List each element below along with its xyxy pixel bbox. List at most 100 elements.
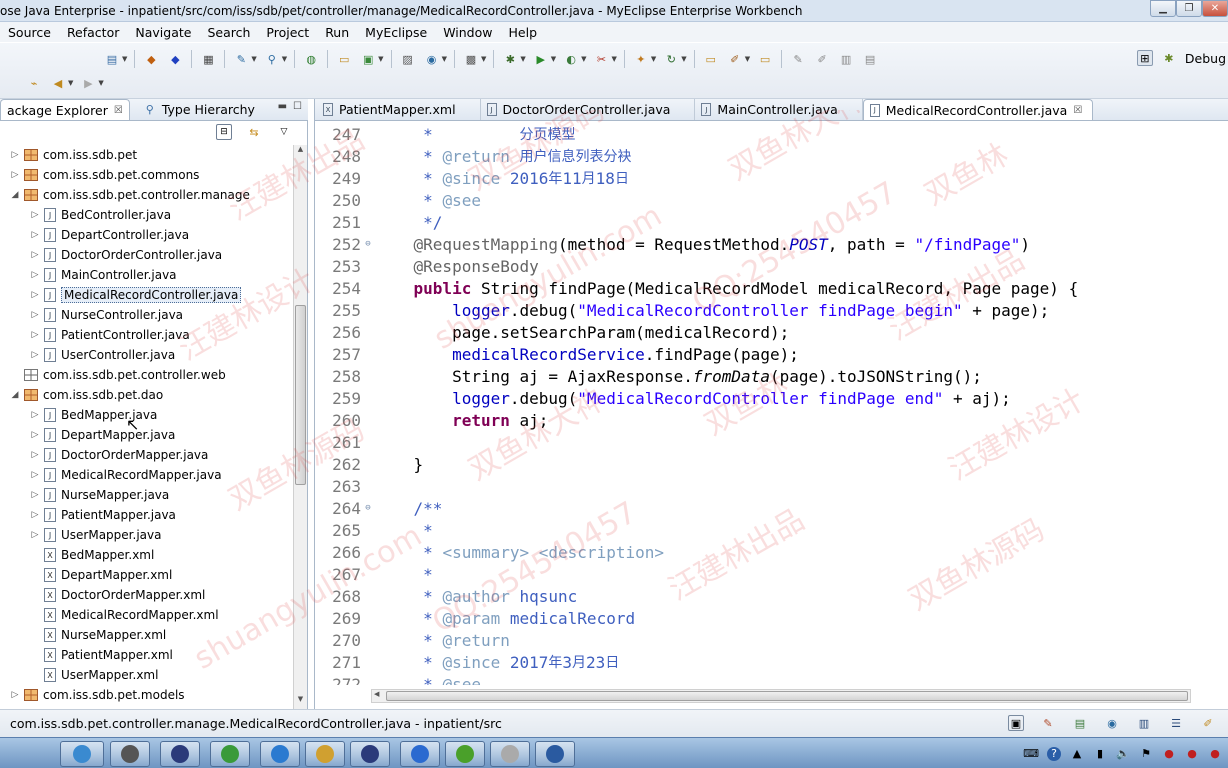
collapsed-arrow-icon[interactable]: ▷ <box>30 270 40 280</box>
tree-file-item[interactable]: ▷ J UserMapper.java <box>30 525 161 545</box>
tree-file-item[interactable]: ▷ J MainController.java <box>30 265 177 285</box>
tree-file-item[interactable]: ▷ J PatientMapper.java <box>30 505 176 525</box>
speaker-icon[interactable]: 🔈 <box>1116 747 1130 761</box>
menu-window[interactable]: Window <box>435 25 500 40</box>
forward-icon[interactable]: ▶ <box>80 75 96 91</box>
pencil-icon[interactable]: ✐ <box>1200 715 1216 731</box>
maximize-button[interactable]: ❐ <box>1176 0 1202 17</box>
flag-icon[interactable]: ⚑ <box>1139 747 1153 761</box>
editor-tab[interactable]: X PatientMapper.xml <box>317 99 481 120</box>
expanded-arrow-icon[interactable]: ◢ <box>10 190 20 200</box>
tree-package-item[interactable]: ▷ com.iss.sdb.pet.commons <box>10 165 200 185</box>
code-area[interactable]: 247 * 分页模型 248 * @return 用户信息列表分袂 249 * @s… <box>315 125 1195 685</box>
expanded-arrow-icon[interactable]: ◢ <box>10 390 20 400</box>
keyboard-icon[interactable]: ⌨ <box>1023 747 1039 761</box>
tree-file-item[interactable]: X NurseMapper.xml <box>30 625 166 645</box>
collapsed-arrow-icon[interactable]: ▷ <box>30 290 40 300</box>
collapsed-arrow-icon[interactable]: ▷ <box>10 150 20 160</box>
collapsed-arrow-icon[interactable]: ▷ <box>30 310 40 320</box>
chevron-down-icon[interactable]: ▼ <box>520 55 525 63</box>
link-with-editor-icon[interactable]: ⇆ <box>246 124 262 140</box>
chevron-down-icon[interactable]: ▼ <box>251 55 256 63</box>
folder-icon[interactable]: ▭ <box>757 51 773 67</box>
grid-icon[interactable]: ▥ <box>838 51 854 67</box>
menu-help[interactable]: Help <box>501 25 546 40</box>
chevron-down-icon[interactable]: ▼ <box>68 79 73 87</box>
tree-file-item[interactable]: X UserMapper.xml <box>30 665 158 685</box>
chevron-down-icon[interactable]: ▼ <box>745 55 750 63</box>
chevron-down-icon[interactable]: ▼ <box>581 55 586 63</box>
tree-file-item[interactable]: X DoctorOrderMapper.xml <box>30 585 205 605</box>
external-tools-icon[interactable]: ✂ <box>594 51 610 67</box>
network-icon[interactable]: ▮ <box>1093 747 1107 761</box>
menu-search[interactable]: Search <box>199 25 258 40</box>
build-icon[interactable]: ✦ <box>633 51 649 67</box>
scroll-thumb[interactable] <box>295 305 306 485</box>
chevron-down-icon[interactable]: ▼ <box>122 55 127 63</box>
tree-file-item[interactable]: X BedMapper.xml <box>30 545 154 565</box>
view-menu-icon[interactable]: ▽ <box>276 124 292 140</box>
fast-view-icon[interactable]: ▣ <box>1008 715 1024 731</box>
coverage-icon[interactable]: ◐ <box>563 51 579 67</box>
chevron-down-icon[interactable]: ▼ <box>442 55 447 63</box>
tasks-icon[interactable]: ☰ <box>1168 715 1184 731</box>
chevron-down-icon[interactable]: ▼ <box>378 55 383 63</box>
menu-run[interactable]: Run <box>317 25 357 40</box>
scroll-left-arrow[interactable]: ◀ <box>374 690 379 698</box>
taskbar-button[interactable] <box>110 741 150 767</box>
help-icon[interactable]: ? <box>1047 746 1061 761</box>
tab-package-explorer[interactable]: ackage Explorer ☒ <box>0 99 130 120</box>
tree-file-item[interactable]: ▷ J NurseMapper.java <box>30 485 169 505</box>
tree-file-item[interactable]: ▷ J DepartMapper.java <box>30 425 175 445</box>
console-icon[interactable]: ▥ <box>1136 715 1152 731</box>
image-icon[interactable]: ▤ <box>1072 715 1088 731</box>
tree-file-item[interactable]: ▷ J BedMapper.java ↖ <box>30 405 157 434</box>
tree-file-item[interactable]: ▷ J DoctorOrderController.java <box>30 245 222 265</box>
new-wizard-icon[interactable]: ▤ <box>104 51 120 67</box>
folder-open-icon[interactable]: ▭ <box>336 51 352 67</box>
tree-vertical-scrollbar[interactable]: ▲ ▼ <box>293 145 307 709</box>
new-web-icon[interactable]: ✎ <box>233 51 249 67</box>
maximize-view-icon[interactable]: ☐ <box>293 101 302 112</box>
fold-toggle-icon[interactable]: ⊖ <box>361 503 375 513</box>
collapsed-arrow-icon[interactable]: ▷ <box>30 250 40 260</box>
editor-tab[interactable]: J MedicalRecordController.java ☒ <box>862 99 1094 120</box>
globe-icon[interactable]: ◍ <box>303 51 319 67</box>
menu-refactor[interactable]: Refactor <box>59 25 127 40</box>
open-folder-icon[interactable]: ▭ <box>703 51 719 67</box>
deploy-icon[interactable]: ▨ <box>400 51 416 67</box>
tree-package-item[interactable]: com.iss.sdb.pet.controller.web <box>10 365 226 385</box>
collapsed-arrow-icon[interactable]: ▷ <box>30 490 40 500</box>
collapsed-arrow-icon[interactable]: ▷ <box>10 690 20 700</box>
debug-icon[interactable]: ✱ <box>502 51 518 67</box>
wrench-icon[interactable]: ✐ <box>727 51 743 67</box>
taskbar-button[interactable] <box>160 741 200 767</box>
qq-icon-3[interactable]: ● <box>1208 747 1222 761</box>
taskbar-button[interactable] <box>400 741 440 767</box>
taskbar-button[interactable] <box>490 741 530 767</box>
scroll-up-arrow[interactable]: ▲ <box>294 145 307 159</box>
tree-file-item[interactable]: X PatientMapper.xml <box>30 645 173 665</box>
tab-type-hierarchy[interactable]: ⚲ Type Hierarchy <box>130 99 261 120</box>
tree-package-item[interactable]: ▷ com.iss.sdb.pet <box>10 145 138 165</box>
tree-file-item[interactable]: X DepartMapper.xml <box>30 565 172 585</box>
menu-myeclipse[interactable]: MyEclipse <box>357 25 435 40</box>
collapse-all-icon[interactable]: ⊟ <box>216 124 232 140</box>
collapsed-arrow-icon[interactable]: ▷ <box>30 410 40 420</box>
taskbar-button[interactable] <box>60 741 104 767</box>
tree-file-item[interactable]: ▷ J DoctorOrderMapper.java <box>30 445 208 465</box>
taskbar-button[interactable] <box>305 741 345 767</box>
menu-project[interactable]: Project <box>258 25 317 40</box>
tree-file-item[interactable]: X MedicalRecordMapper.xml <box>30 605 219 625</box>
taskbar-button[interactable] <box>445 741 485 767</box>
back-icon[interactable]: ◀ <box>50 75 66 91</box>
search-icon[interactable]: ⚲ <box>264 51 280 67</box>
chevron-down-icon[interactable]: ▼ <box>551 55 556 63</box>
tree-file-item[interactable]: ▷ J MedicalRecordMapper.java <box>30 465 222 485</box>
server-icon[interactable]: ▣ <box>360 51 376 67</box>
tree-package-item[interactable]: ◢ com.iss.sdb.pet.dao <box>10 385 164 405</box>
scm-icon[interactable]: ✎ <box>1040 715 1056 731</box>
taskbar-button[interactable] <box>535 741 575 767</box>
chevron-up-icon[interactable]: ▲ <box>1070 747 1084 761</box>
collapsed-arrow-icon[interactable]: ▷ <box>30 450 40 460</box>
